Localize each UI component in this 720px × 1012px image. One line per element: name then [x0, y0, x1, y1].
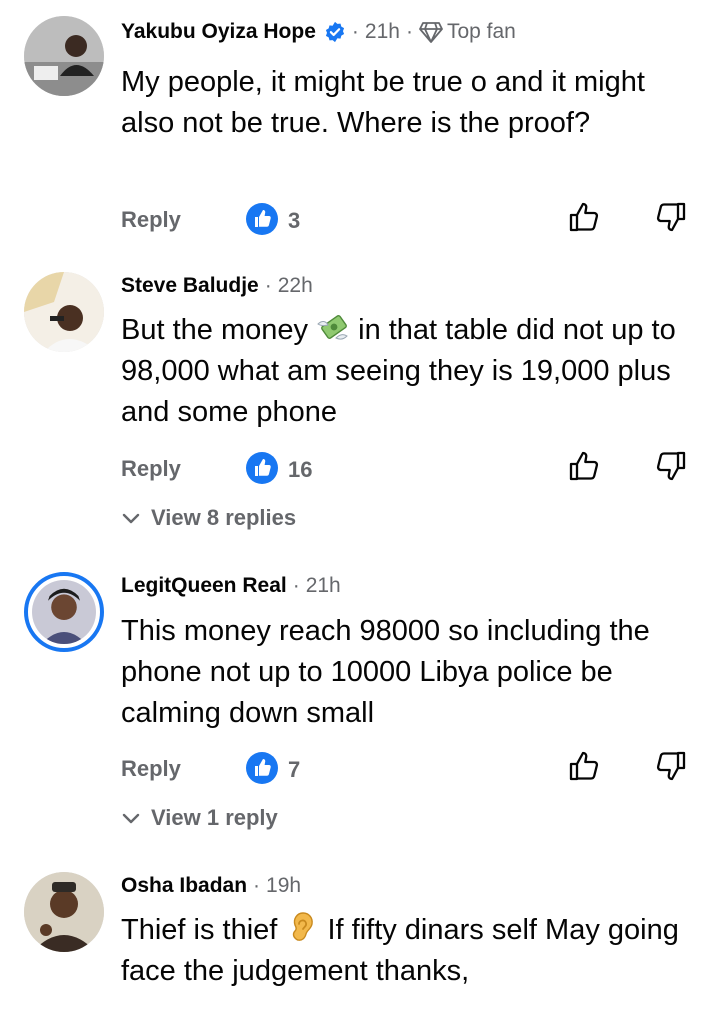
view-replies-button[interactable]: View 8 replies: [121, 505, 296, 531]
like-reaction-icon[interactable]: [246, 203, 278, 235]
thumbs-up-icon[interactable]: [566, 448, 602, 484]
commenter-name[interactable]: LegitQueen Real: [121, 574, 287, 598]
view-replies-label: View 1 reply: [151, 805, 278, 830]
like-reaction-icon[interactable]: [246, 752, 278, 784]
thumbs-down-icon[interactable]: [653, 199, 689, 235]
top-fan-badge: Top fan: [419, 20, 516, 44]
avatar[interactable]: [24, 872, 104, 952]
view-replies-label: View 8 replies: [151, 505, 297, 530]
avatar-photo-icon: [24, 872, 104, 952]
comment-text-part: But the money: [121, 314, 317, 346]
avatar-photo-icon: [32, 580, 96, 644]
dot-separator: ·: [253, 874, 261, 897]
like-count[interactable]: 16: [288, 457, 312, 483]
comment-actions: Reply 3: [0, 202, 720, 239]
comment-text: But the money in that table did not up t…: [121, 310, 701, 433]
comment-header: Osha Ibadan · 19h: [121, 874, 301, 898]
money-with-wings-icon: [317, 315, 348, 340]
like-count[interactable]: 7: [288, 757, 300, 783]
view-replies-button[interactable]: View 1 reply: [121, 805, 278, 831]
verified-badge-icon: [325, 21, 344, 43]
like-reaction-icon[interactable]: [246, 452, 278, 484]
comment-time[interactable]: 21h: [306, 574, 341, 598]
dot-separator: ·: [351, 20, 359, 43]
comment-text-part: Thief is thief: [121, 914, 286, 946]
thumbs-down-icon[interactable]: [653, 748, 689, 784]
comment-header: Yakubu Oyiza Hope · 21h · Top fan: [121, 20, 516, 44]
comment-time[interactable]: 22h: [278, 274, 313, 298]
avatar-photo-icon: [24, 272, 104, 352]
comment-header: Steve Baludje · 22h: [121, 274, 313, 298]
chevron-down-icon: [122, 813, 140, 824]
top-fan-label: Top fan: [446, 20, 516, 43]
commenter-name[interactable]: Osha Ibadan: [121, 874, 247, 898]
comment-time[interactable]: 21h: [365, 20, 400, 44]
comment-actions: Reply 7: [0, 751, 720, 788]
reply-button[interactable]: Reply: [121, 207, 181, 233]
comment-text: My people, it might be true o and it mig…: [121, 66, 645, 139]
thumbs-down-icon[interactable]: [653, 448, 689, 484]
dot-separator: ·: [292, 574, 300, 597]
like-count[interactable]: 3: [288, 208, 300, 234]
reply-button[interactable]: Reply: [121, 756, 181, 782]
comment-text: This money reach 98000 so including the …: [121, 615, 650, 729]
thumbs-up-icon[interactable]: [566, 199, 602, 235]
thumbs-up-icon[interactable]: [566, 748, 602, 784]
avatar[interactable]: [24, 16, 104, 96]
diamond-icon: [419, 22, 443, 43]
comment-text: Thief is thief If fifty dinars self May …: [121, 910, 701, 992]
comment-time[interactable]: 19h: [266, 874, 301, 898]
avatar-story-ring[interactable]: [24, 572, 104, 652]
dot-separator: ·: [264, 274, 272, 297]
comment-actions: Reply 16: [0, 451, 720, 488]
reply-button[interactable]: Reply: [121, 456, 181, 482]
dot-separator: ·: [405, 20, 413, 43]
chevron-down-icon: [122, 513, 140, 524]
avatar-photo-icon: [24, 16, 104, 96]
commenter-name[interactable]: Yakubu Oyiza Hope: [121, 20, 316, 44]
commenter-name[interactable]: Steve Baludje: [121, 274, 259, 298]
comment-header: LegitQueen Real · 21h: [121, 574, 341, 598]
ear-icon: [293, 912, 314, 941]
avatar[interactable]: [24, 272, 104, 352]
